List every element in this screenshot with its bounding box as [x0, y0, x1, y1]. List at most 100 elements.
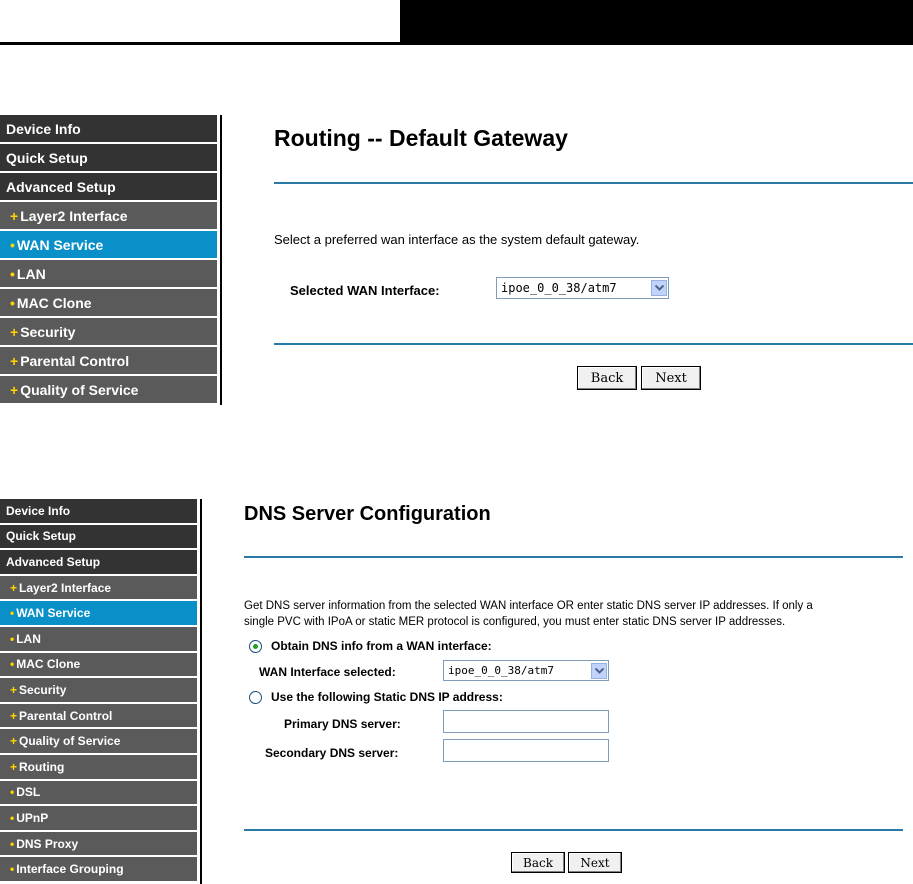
wan-interface-selected-select[interactable]: ipoe_0_0_38/atm7	[443, 660, 609, 681]
sidebar-item-quality-of-service[interactable]: + Quality of Service	[0, 376, 217, 405]
dot-bullet-icon: •	[10, 657, 15, 672]
sidebar-item-layer2-interface[interactable]: + Layer2 Interface	[0, 202, 217, 231]
primary-dns-input[interactable]	[443, 710, 609, 733]
next-button[interactable]: Next	[568, 852, 622, 873]
dot-bullet-icon: •	[10, 810, 15, 825]
sidebar-item-security[interactable]: + Security	[0, 318, 217, 347]
sidebar-item-label: Layer2 Interface	[20, 207, 128, 224]
sidebar-item-label: Layer2 Interface	[19, 580, 112, 595]
sidebar-item-advanced-setup[interactable]: Advanced Setup	[0, 550, 197, 576]
dot-bullet-icon: •	[10, 836, 15, 851]
page-title: Routing -- Default Gateway	[274, 125, 568, 151]
sidebar-item-label: DSL	[16, 785, 41, 800]
sidebar-item-dsl[interactable]: • DSL	[0, 780, 197, 807]
dot-bullet-icon: •	[10, 862, 15, 877]
sidebar-item-upnp[interactable]: • UPnP	[0, 806, 197, 832]
sidebar-item-security[interactable]: + Security	[0, 678, 197, 704]
sidebar-item-label: Security	[20, 323, 76, 340]
obtain-dns-radio[interactable]	[249, 640, 262, 653]
sidebar-divider	[200, 499, 202, 884]
secondary-dns-input[interactable]	[443, 739, 609, 762]
plus-bullet-icon: +	[10, 207, 19, 224]
dns-description-line1: Get DNS server information from the sele…	[244, 600, 813, 612]
wan-interface-select[interactable]: ipoe_0_0_38/atm7	[496, 277, 669, 299]
sidebar-item-label: Quick Setup	[6, 149, 88, 166]
page-title: DNS Server Configuration	[244, 503, 491, 525]
sidebar-item-label: Quality of Service	[20, 381, 139, 398]
next-button[interactable]: Next	[641, 366, 701, 390]
sidebar-item-label: MAC Clone	[16, 657, 81, 672]
sidebar-item-dns-proxy[interactable]: • DNS Proxy	[0, 831, 197, 858]
sidebar-item-label: Quick Setup	[6, 529, 77, 544]
plus-bullet-icon: +	[10, 734, 18, 749]
sidebar-item-label: UPnP	[16, 810, 49, 825]
sidebar-item-lan[interactable]: • LAN	[0, 260, 217, 289]
plus-bullet-icon: +	[10, 708, 18, 723]
sidebar-nav: Device Info Quick Setup Advanced Setup + Lay…	[0, 499, 197, 883]
plus-bullet-icon: +	[10, 759, 18, 774]
sidebar-divider	[220, 115, 222, 405]
dot-bullet-icon: •	[10, 265, 15, 282]
bottom-separator	[244, 829, 903, 831]
sidebar-item-advanced-setup[interactable]: Advanced Setup	[0, 173, 217, 202]
sidebar-item-wan-service[interactable]: • WAN Service	[0, 231, 217, 260]
dns-server-panel: Device Info Quick Setup Advanced Setup + Lay…	[0, 499, 913, 884]
sidebar-item-mac-clone[interactable]: • MAC Clone	[0, 652, 197, 679]
gateway-description: Select a preferred wan interface as the …	[274, 232, 640, 247]
title-separator	[274, 182, 913, 184]
sidebar-item-label: Device Info	[6, 503, 71, 518]
sidebar-item-label: Advanced Setup	[6, 178, 116, 195]
sidebar-item-label: Advanced Setup	[6, 554, 101, 569]
back-button[interactable]: Back	[577, 366, 637, 390]
wan-interface-label: Selected WAN Interface:	[290, 283, 440, 298]
plus-bullet-icon: +	[10, 682, 18, 697]
sidebar-item-parental-control[interactable]: + Parental Control	[0, 703, 197, 730]
dot-bullet-icon: •	[10, 631, 15, 646]
sidebar-item-device-info[interactable]: Device Info	[0, 115, 217, 144]
wan-interface-selected-value: ipoe_0_0_38/atm7	[448, 664, 554, 677]
sidebar-item-layer2-interface[interactable]: + Layer2 Interface	[0, 575, 197, 602]
sidebar-item-lan[interactable]: • LAN	[0, 626, 197, 653]
bottom-separator	[274, 343, 913, 345]
obtain-dns-label: Obtain DNS info from a WAN interface:	[271, 639, 492, 653]
plus-bullet-icon: +	[10, 352, 19, 369]
default-gateway-panel: Device Info Quick Setup Advanced Setup + Lay…	[0, 115, 913, 405]
dot-bullet-icon: •	[10, 294, 15, 311]
sidebar-item-label: Parental Control	[20, 352, 130, 369]
sidebar-item-mac-clone[interactable]: • MAC Clone	[0, 289, 217, 318]
sidebar-item-parental-control[interactable]: + Parental Control	[0, 347, 217, 376]
sidebar-nav: Device Info Quick Setup Advanced Setup + Lay…	[0, 115, 217, 405]
wan-interface-selected-label: WAN Interface selected:	[259, 665, 396, 679]
dot-bullet-icon: •	[10, 236, 15, 253]
sidebar-item-wan-service[interactable]: • WAN Service	[0, 601, 197, 627]
sidebar-item-label: Device Info	[6, 120, 81, 137]
plus-bullet-icon: +	[10, 580, 18, 595]
sidebar-item-label: Interface Grouping	[16, 862, 124, 877]
plus-bullet-icon: +	[10, 381, 19, 398]
sidebar-item-routing[interactable]: + Routing	[0, 754, 197, 781]
dot-bullet-icon: •	[10, 606, 15, 621]
primary-dns-label: Primary DNS server:	[284, 717, 401, 731]
sidebar-item-quick-setup[interactable]: Quick Setup	[0, 524, 197, 551]
secondary-dns-label: Secondary DNS server:	[265, 746, 399, 760]
header-black-bar	[400, 0, 913, 42]
plus-bullet-icon: +	[10, 323, 19, 340]
back-button[interactable]: Back	[511, 852, 565, 873]
sidebar-item-quality-of-service[interactable]: + Quality of Service	[0, 729, 197, 755]
title-separator	[244, 556, 903, 558]
sidebar-item-device-info[interactable]: Device Info	[0, 499, 197, 525]
dot-bullet-icon: •	[10, 785, 15, 800]
dns-description-line2: single PVC with IPoA or static MER proto…	[244, 616, 786, 628]
chevron-down-icon[interactable]	[651, 280, 667, 296]
sidebar-item-interface-grouping[interactable]: • Interface Grouping	[0, 857, 197, 883]
sidebar-item-label: Routing	[19, 759, 65, 774]
header-rule	[0, 42, 913, 45]
sidebar-item-label: MAC Clone	[16, 294, 92, 311]
chevron-down-icon[interactable]	[591, 662, 607, 679]
sidebar-item-label: LAN	[16, 631, 41, 646]
wan-interface-select-value: ipoe_0_0_38/atm7	[501, 281, 617, 295]
sidebar-item-quick-setup[interactable]: Quick Setup	[0, 144, 217, 173]
sidebar-item-label: DNS Proxy	[16, 836, 79, 851]
sidebar-item-label: Quality of Service	[19, 734, 121, 749]
static-dns-radio[interactable]	[249, 691, 262, 704]
